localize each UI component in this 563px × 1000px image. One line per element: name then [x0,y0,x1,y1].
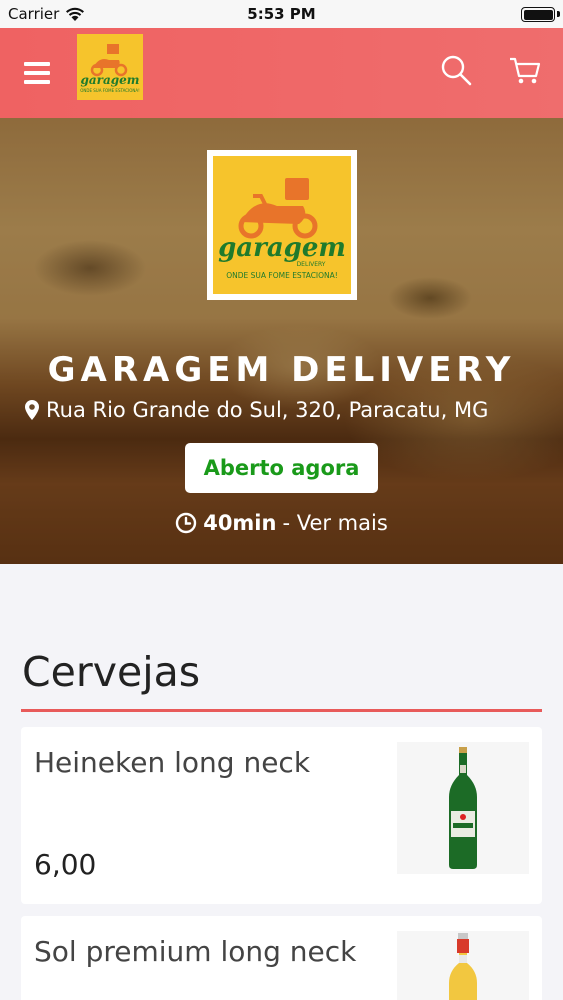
store-name: GARAGEM DELIVERY [47,350,516,390]
header-logo[interactable]: garagem ONDE SUA FOME ESTACIONA! [77,34,143,100]
battery-tip [557,11,560,17]
see-more-link[interactable]: - Ver mais [282,511,387,535]
product-image [397,742,529,874]
svg-text:garagem: garagem [81,73,140,87]
cart-icon [510,57,541,84]
product-image [397,931,529,1000]
beer-bottle-icon [449,933,477,1000]
beer-bottle-icon [449,747,477,869]
product-card[interactable]: Heineken long neck 6,00 [21,727,542,904]
hamburger-icon-bar [24,71,50,75]
scooter-logo-icon: garagem DELIVERY ONDE SUA FOME ESTACIONA… [218,178,346,280]
category-title: Cervejas [22,648,201,696]
map-marker-icon [25,400,39,420]
hamburger-icon-bar [24,62,50,66]
status-bar: Carrier 5:53 PM [0,0,563,28]
clock: 5:53 PM [247,5,316,23]
product-price: 6,00 [34,848,97,881]
category-divider [21,709,542,712]
clock-icon [176,512,197,534]
delivery-time: 40min [203,511,277,535]
search-icon [441,55,472,86]
hamburger-icon-bar [24,80,50,84]
battery-icon [521,7,555,22]
product-name: Heineken long neck [34,746,311,779]
app-header: garagem ONDE SUA FOME ESTACIONA! [0,28,563,118]
store-hero-banner: garagem DELIVERY ONDE SUA FOME ESTACIONA… [0,118,563,564]
search-button[interactable] [440,54,472,86]
svg-text:garagem: garagem [218,233,346,263]
svg-text:ONDE SUA FOME ESTACIONA!: ONDE SUA FOME ESTACIONA! [226,271,338,280]
menu-button[interactable] [22,59,52,87]
store-address: Rua Rio Grande do Sul, 320, Paracatu, MG [24,398,543,422]
cart-button[interactable] [508,56,542,86]
svg-text:DELIVERY: DELIVERY [297,261,326,268]
product-name: Sol premium long neck [34,935,357,968]
open-status-badge[interactable]: Aberto agora [185,443,378,493]
delivery-info[interactable]: 40min - Ver mais [0,511,563,535]
svg-text:ONDE SUA FOME ESTACIONA!: ONDE SUA FOME ESTACIONA! [80,88,140,93]
product-card[interactable]: Sol premium long neck [21,916,542,1000]
scooter-logo-icon: garagem ONDE SUA FOME ESTACIONA! [80,44,140,93]
store-logo: garagem DELIVERY ONDE SUA FOME ESTACIONA… [207,150,357,300]
address-text: Rua Rio Grande do Sul, 320, Paracatu, MG [46,398,489,422]
